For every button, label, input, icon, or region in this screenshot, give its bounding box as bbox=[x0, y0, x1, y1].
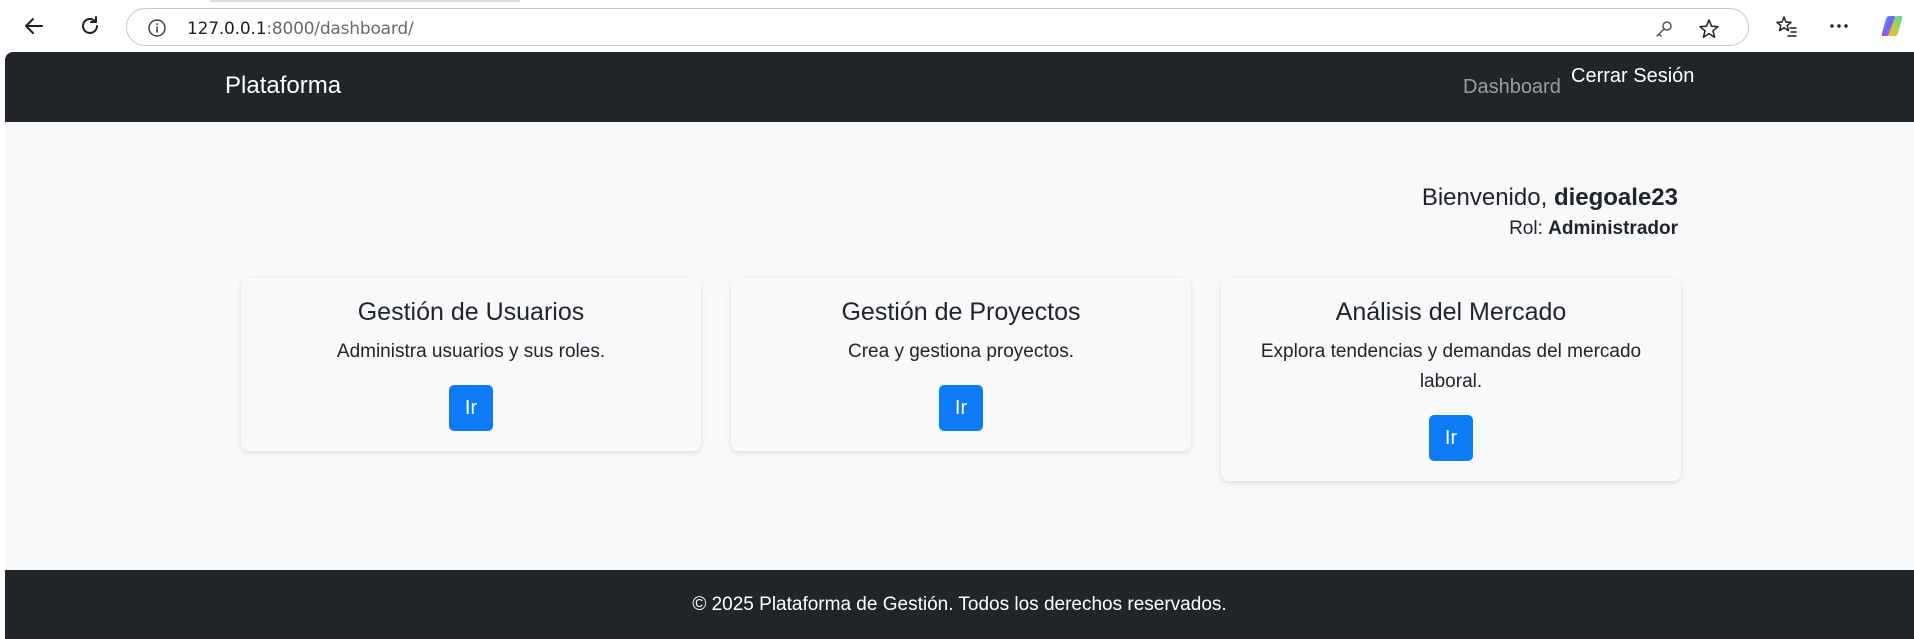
top-navbar: Plataforma Dashboard Cerrar Sesión bbox=[5, 52, 1914, 122]
password-key-icon[interactable] bbox=[1653, 18, 1675, 40]
go-users-button[interactable]: Ir bbox=[449, 385, 493, 431]
reload-icon bbox=[82, 16, 98, 34]
copilot-button[interactable] bbox=[1876, 10, 1908, 42]
logout-button[interactable]: Cerrar Sesión bbox=[1571, 65, 1694, 88]
copilot-icon bbox=[1881, 16, 1903, 36]
tab-indicator bbox=[210, 0, 520, 2]
role-label: Rol: bbox=[1509, 218, 1543, 239]
card-title: Gestión de Usuarios bbox=[357, 298, 585, 326]
favorites-list-icon bbox=[1776, 16, 1797, 37]
welcome-block: Bienvenido, diegoale23 Rol: Administrado… bbox=[1422, 184, 1678, 240]
tab-strip bbox=[0, 0, 1914, 2]
site-info-icon[interactable] bbox=[147, 18, 167, 38]
address-bar[interactable]: 127.0.0.1:8000/dashboard/ bbox=[126, 8, 1749, 46]
welcome-greeting: Bienvenido, diegoale23 bbox=[1422, 184, 1678, 212]
url-host: 127.0.0.1 bbox=[187, 19, 267, 39]
navbar-brand[interactable]: Plataforma bbox=[225, 72, 341, 100]
username: diegoale23 bbox=[1553, 184, 1678, 211]
page-viewport: Plataforma Dashboard Cerrar Sesión Bienv… bbox=[5, 52, 1914, 639]
back-button[interactable] bbox=[18, 10, 50, 42]
favorites-button[interactable] bbox=[1770, 10, 1802, 42]
card-title: Análisis del Mercado bbox=[1335, 298, 1567, 326]
role-value: Administrador bbox=[1548, 218, 1678, 239]
card-description: Administra usuarios y sus roles. bbox=[336, 341, 606, 362]
card-title: Gestión de Proyectos bbox=[841, 298, 1081, 326]
user-role: Rol: Administrador bbox=[1422, 218, 1678, 240]
greeting-text: Bienvenido, bbox=[1421, 184, 1548, 211]
go-projects-button[interactable]: Ir bbox=[939, 385, 983, 431]
ellipsis-icon bbox=[1830, 24, 1848, 28]
nav-link-dashboard[interactable]: Dashboard bbox=[1463, 76, 1561, 99]
card-user-management: Gestión de Usuarios Administra usuarios … bbox=[241, 278, 701, 451]
go-market-button[interactable]: Ir bbox=[1429, 415, 1473, 461]
reload-button[interactable] bbox=[74, 10, 106, 42]
favorite-star-icon[interactable] bbox=[1698, 18, 1720, 40]
browser-toolbar: 127.0.0.1:8000/dashboard/ bbox=[0, 0, 1914, 52]
footer-copyright: © 2025 Plataforma de Gestión. Todos los … bbox=[692, 594, 1227, 615]
card-project-management: Gestión de Proyectos Crea y gestiona pro… bbox=[731, 278, 1191, 451]
card-market-analysis: Análisis del Mercado Explora tendencias … bbox=[1221, 278, 1681, 481]
more-options-button[interactable] bbox=[1823, 10, 1855, 42]
back-arrow-icon bbox=[25, 18, 43, 34]
url-path: :8000/dashboard/ bbox=[266, 19, 414, 39]
card-description: Crea y gestiona proyectos. bbox=[847, 341, 1074, 362]
page-footer: © 2025 Plataforma de Gestión. Todos los … bbox=[5, 570, 1914, 639]
url-text[interactable]: 127.0.0.1:8000/dashboard/ bbox=[187, 19, 414, 39]
card-description: Explora tendencias y demandas del mercad… bbox=[1260, 341, 1642, 392]
